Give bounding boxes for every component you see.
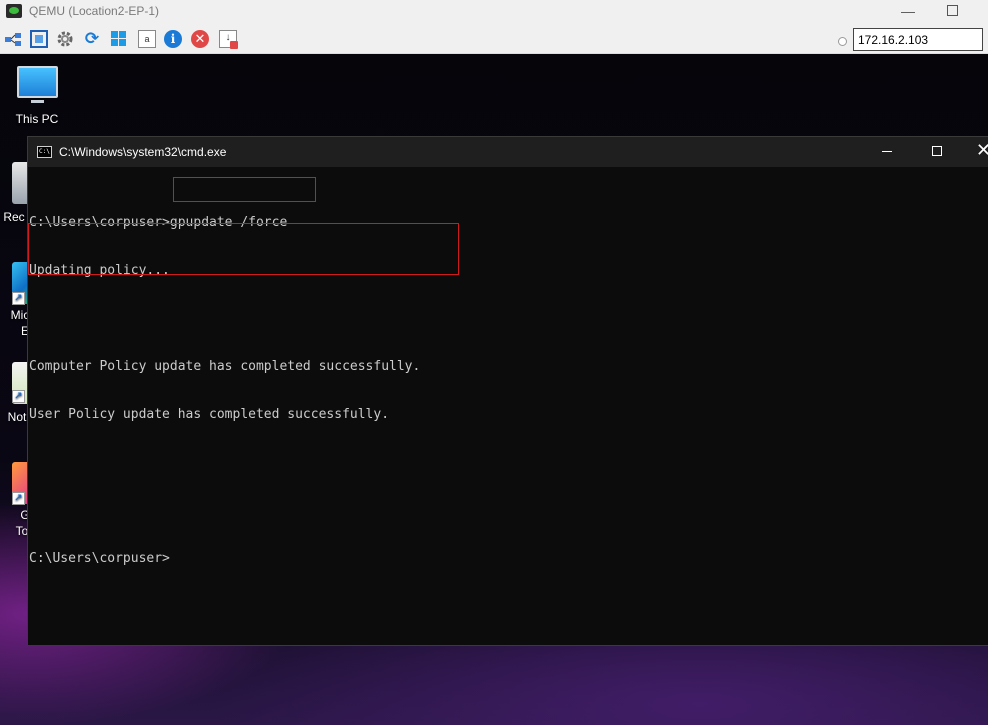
close-red-icon[interactable]: ✕ bbox=[191, 30, 209, 48]
cmd-window-title: C:\Windows\system32\cmd.exe bbox=[59, 145, 227, 159]
network-icon[interactable] bbox=[4, 30, 22, 48]
cmd-maximize-button[interactable] bbox=[932, 146, 942, 156]
cmd-close-button[interactable]: ✕ bbox=[976, 140, 988, 160]
terminal-line: Computer Policy update has completed suc… bbox=[29, 359, 421, 374]
terminal-line: User Policy update has completed success… bbox=[29, 407, 390, 422]
cmd-minimize-button[interactable] bbox=[882, 151, 892, 152]
info-icon[interactable]: i bbox=[164, 30, 182, 48]
desktop-icon-label: Rec bbox=[3, 210, 25, 224]
ip-radio[interactable] bbox=[838, 37, 847, 46]
maximize-button[interactable] bbox=[947, 5, 958, 16]
settings-gear-icon[interactable] bbox=[56, 30, 74, 48]
qemu-titlebar: QEMU (Location2-EP-1) — bbox=[0, 0, 988, 24]
desktop-icon-this-pc[interactable]: This PC bbox=[0, 54, 74, 130]
cmd-window[interactable]: C:\ C:\Windows\system32\cmd.exe ✕ C:\Use… bbox=[27, 136, 988, 646]
cmd-titlebar[interactable]: C:\ C:\Windows\system32\cmd.exe ✕ bbox=[28, 137, 988, 167]
shortcut-arrow-icon: ↗ bbox=[12, 390, 25, 403]
terminal-prompt: C:\Users\corpuser> bbox=[29, 551, 170, 566]
download-icon[interactable]: ↓ bbox=[219, 30, 238, 49]
highlight-box-result bbox=[28, 223, 459, 275]
qemu-app-icon bbox=[6, 4, 22, 18]
minimize-button[interactable]: — bbox=[898, 3, 918, 19]
shortcut-arrow-icon: ↗ bbox=[12, 292, 25, 305]
ip-address-field[interactable]: 172.16.2.103 bbox=[853, 28, 983, 51]
windows-icon[interactable] bbox=[110, 30, 128, 48]
desktop-icon-label: This PC bbox=[15, 112, 59, 126]
highlight-box-command bbox=[173, 177, 316, 202]
qemu-toolbar: ⟳ a i ✕ ↓ 172.16.2.103 bbox=[0, 24, 988, 54]
document-icon[interactable]: a bbox=[138, 30, 156, 48]
shortcut-arrow-icon: ↗ bbox=[12, 492, 25, 505]
cmd-icon: C:\ bbox=[37, 146, 52, 158]
qemu-window-title: QEMU (Location2-EP-1) bbox=[29, 4, 160, 18]
refresh-icon[interactable]: ⟳ bbox=[83, 30, 101, 48]
monitor-icon bbox=[17, 66, 58, 98]
fullscreen-icon[interactable] bbox=[30, 30, 48, 48]
